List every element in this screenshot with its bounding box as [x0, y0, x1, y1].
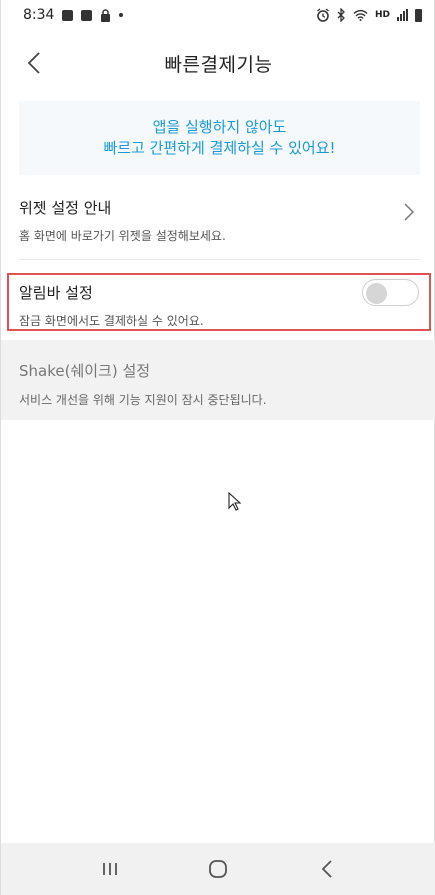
wifi-icon	[353, 10, 368, 21]
chevron-left-icon	[27, 52, 40, 74]
status-left: 8:34	[23, 7, 124, 23]
status-bar: 8:34 HD	[1, 0, 435, 30]
system-back-button[interactable]	[307, 849, 347, 889]
divider	[19, 259, 420, 260]
chevron-right-icon	[404, 203, 414, 221]
notice-line-1: 앱을 실행하지 않아도	[152, 118, 287, 136]
recent-apps-icon	[103, 863, 118, 875]
gallery-icon	[62, 9, 74, 21]
widget-setting-title: 위젯 설정 안내	[19, 199, 112, 217]
status-time: 8:34	[23, 7, 55, 23]
shake-setting-row: Shake(쉐이크) 설정 서비스 개선을 위해 기능 지원이 잠시 중단됩니다…	[1, 340, 435, 420]
battery-icon	[415, 8, 422, 22]
page-header: 빠른결제기능	[1, 30, 435, 96]
alarm-bar-setting-row: 알림바 설정 잠금 화면에서도 결제하실 수 있어요.	[1, 275, 435, 333]
recent-apps-button[interactable]	[90, 849, 130, 889]
alarm-bar-toggle[interactable]	[362, 279, 419, 306]
widget-setting-row[interactable]: 위젯 설정 안내 홈 화면에 바로가기 위젯을 설정해보세요.	[1, 197, 435, 259]
mouse-cursor-icon	[228, 492, 242, 511]
hd-voice-label: HD	[374, 9, 390, 20]
notification-dot-icon	[119, 13, 124, 17]
back-icon	[321, 860, 332, 878]
news-icon	[81, 9, 93, 21]
shake-setting-title: Shake(쉐이크) 설정	[19, 362, 151, 380]
system-nav-bar	[1, 843, 435, 895]
app-screen: 8:34 HD 빠른결제기능 앱을 실행하지 않아도 빠르고 간편하게 결제하실…	[0, 0, 435, 895]
toggle-knob	[366, 283, 387, 304]
notice-banner: 앱을 실행하지 않아도 빠르고 간편하게 결제하실 수 있어요!	[19, 101, 420, 175]
lock-icon	[101, 8, 111, 22]
alarm-bar-setting-title: 알림바 설정	[19, 284, 93, 302]
notice-line-2: 빠르고 간편하게 결제하실 수 있어요!	[103, 139, 336, 157]
signal-icon	[397, 9, 408, 21]
alarm-bar-setting-description: 잠금 화면에서도 결제하실 수 있어요.	[19, 314, 204, 328]
home-button[interactable]	[198, 849, 238, 889]
shake-setting-description: 서비스 개선을 위해 기능 지원이 잠시 중단됩니다.	[19, 393, 267, 407]
page-title: 빠른결제기능	[164, 53, 273, 76]
widget-setting-description: 홈 화면에 바로가기 위젯을 설정해보세요.	[19, 229, 226, 243]
back-button[interactable]	[19, 48, 49, 78]
home-icon	[209, 860, 228, 878]
bluetooth-icon	[337, 8, 345, 22]
alarm-icon	[317, 8, 329, 22]
status-right: HD	[316, 8, 422, 22]
